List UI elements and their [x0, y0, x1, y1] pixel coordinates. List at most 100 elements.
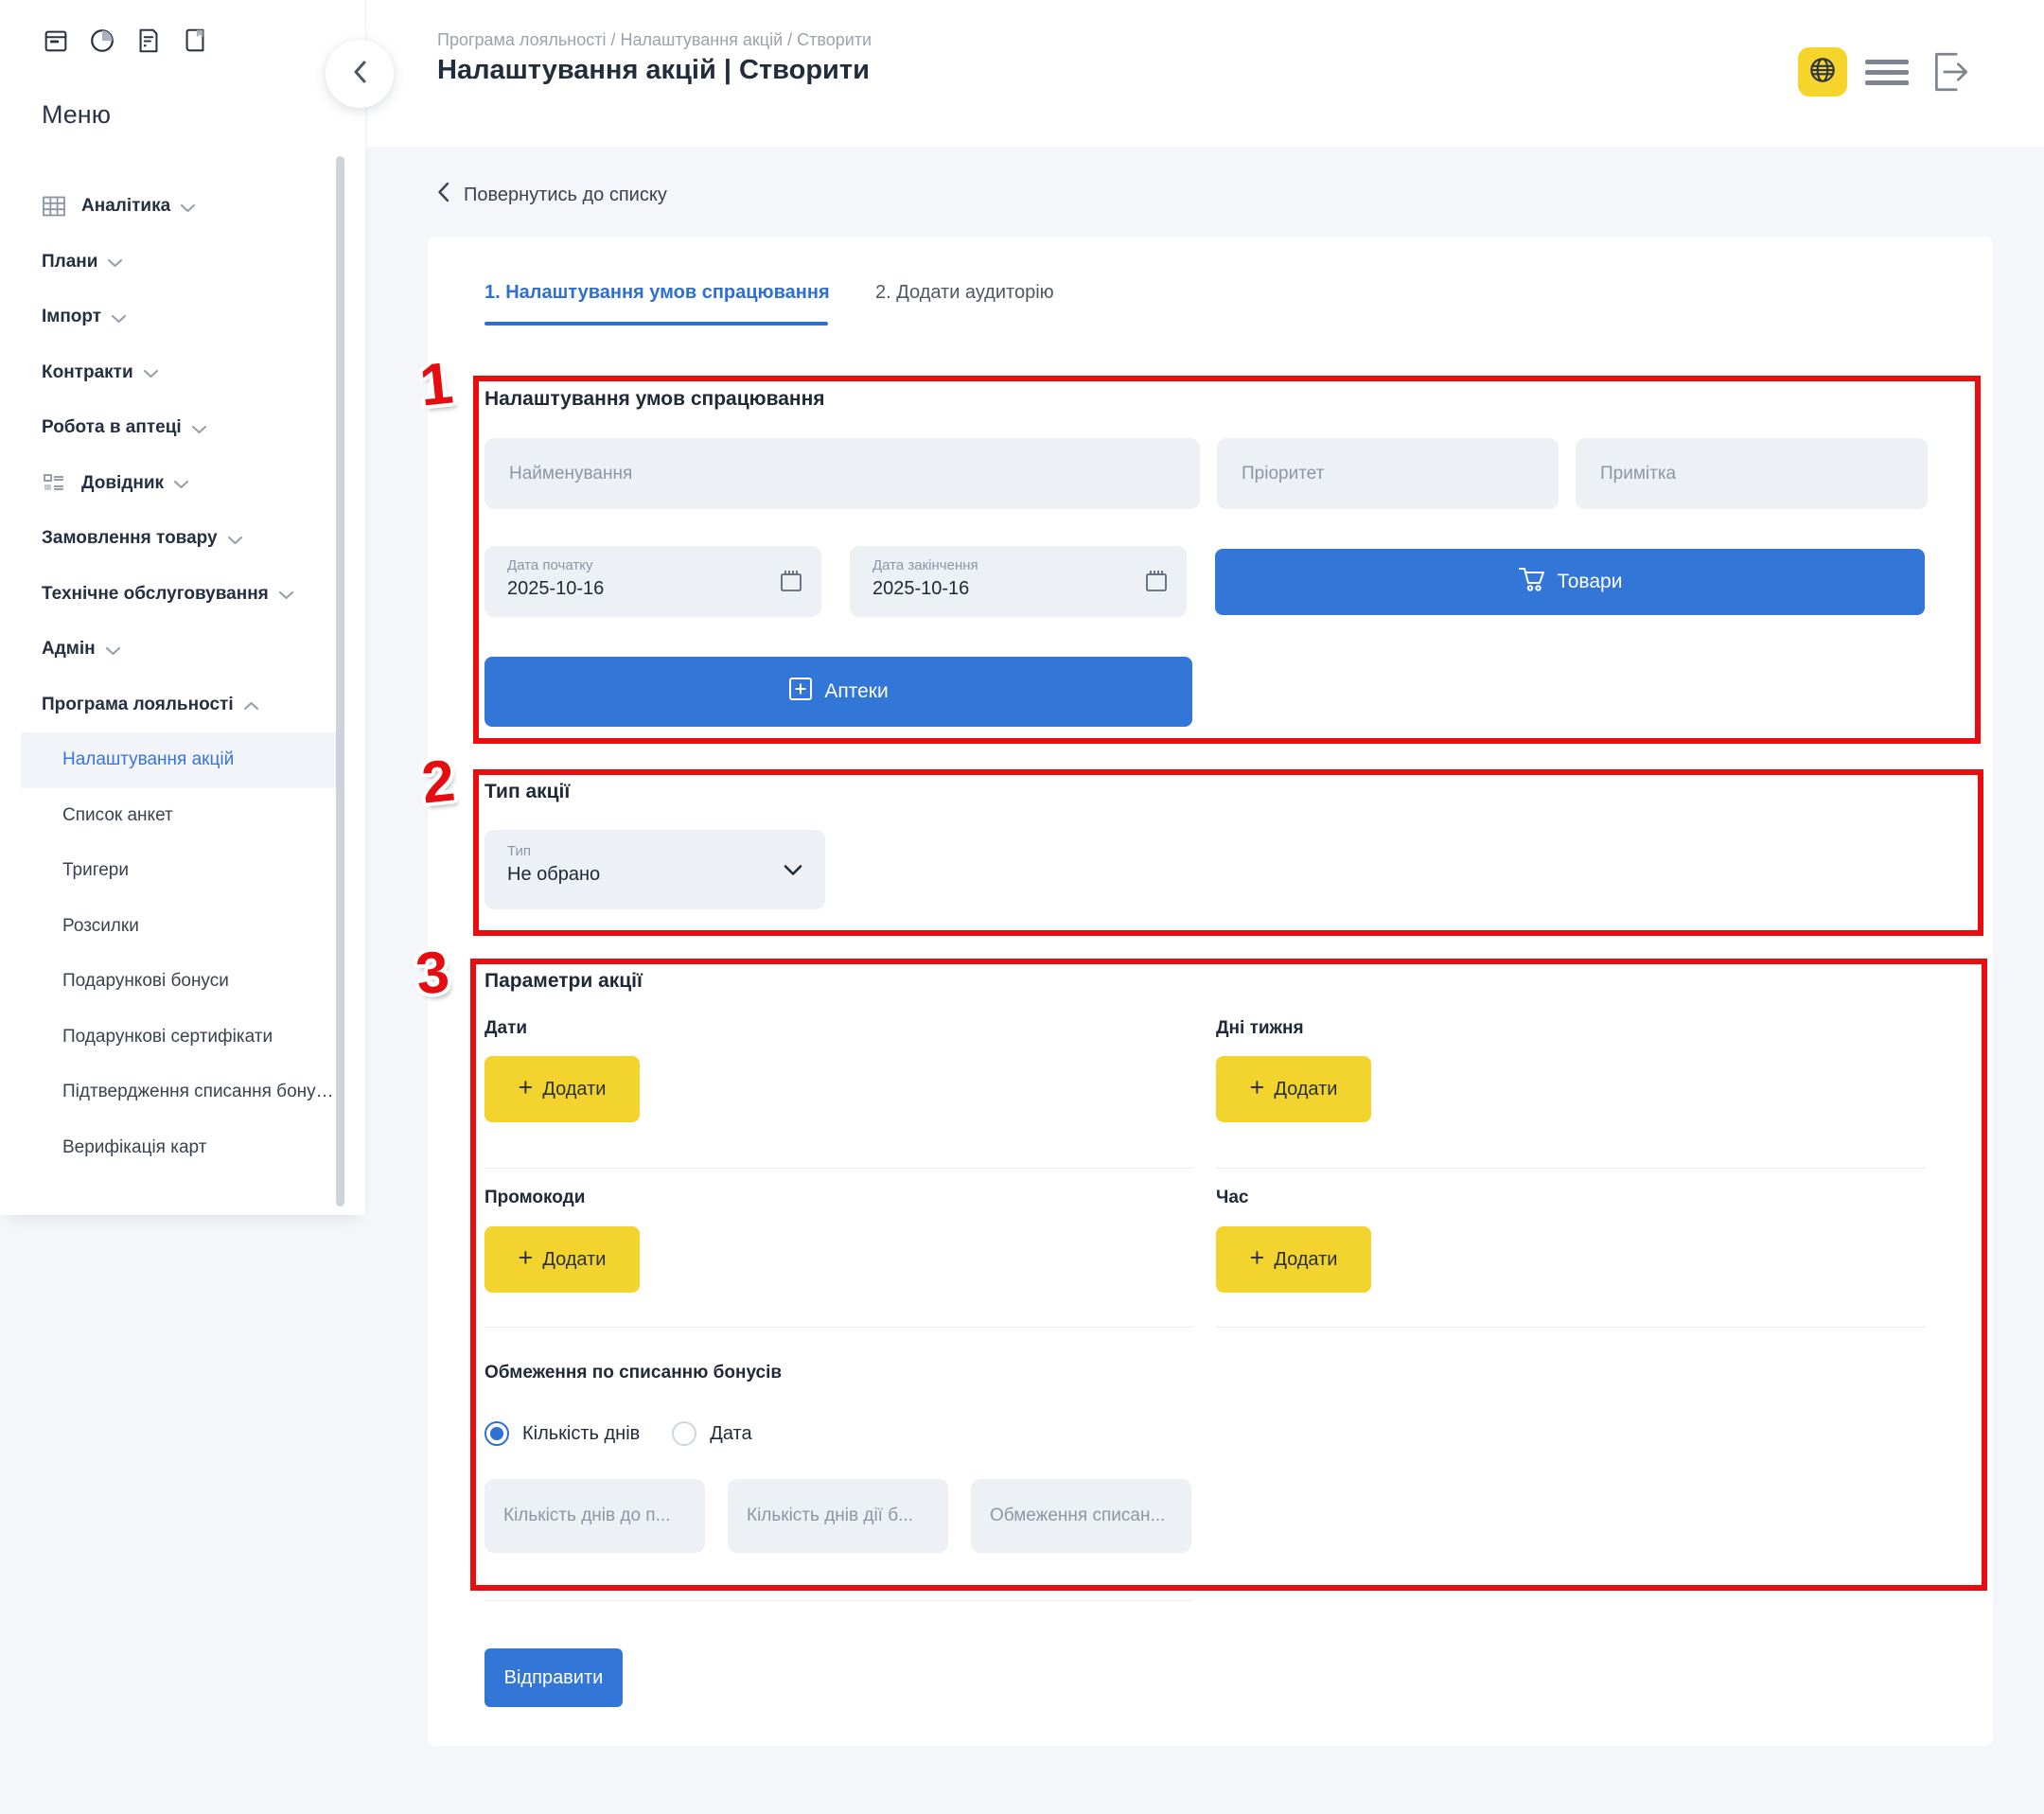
submit-button[interactable]: Відправити — [485, 1648, 623, 1707]
sidebar-menu: Аналітика Плани Імпорт Контракти Робота … — [0, 179, 365, 1175]
pharmacies-button[interactable]: Аптеки — [485, 657, 1192, 727]
language-button[interactable] — [1798, 47, 1847, 97]
calendar-icon[interactable] — [1143, 568, 1170, 599]
globe-icon — [1806, 54, 1839, 91]
grid-icon — [42, 194, 66, 219]
chevron-left-icon — [352, 60, 367, 89]
tab-trigger-conditions[interactable]: 1. Налаштування умов спрацювання — [485, 282, 830, 304]
archive-icon[interactable] — [42, 26, 70, 55]
plus-icon: + — [519, 1245, 534, 1271]
annotation-number-1: 1 — [417, 354, 456, 415]
sidebar-subitem-card-verification[interactable]: Верифікація карт — [0, 1120, 365, 1176]
section2-title: Тип акції — [485, 781, 570, 803]
sidebar-menu-title: Меню — [42, 100, 111, 130]
chevron-up-icon — [244, 701, 258, 711]
section1-date-row: Дата початку 2025-10-16 Дата закінчення … — [485, 546, 1925, 617]
list-icon — [42, 471, 66, 496]
plus-icon: + — [1250, 1075, 1265, 1101]
sidebar-item-goods-order[interactable]: Замовлення товару — [0, 511, 365, 567]
sidebar-subitem-gift-bonuses[interactable]: Подарункові бонуси — [0, 954, 365, 1010]
section3-title: Параметри акції — [485, 970, 643, 993]
sidebar-item-label: Довідник — [81, 473, 164, 494]
add-dates-button[interactable]: + Додати — [485, 1056, 640, 1122]
divider — [485, 1168, 1192, 1169]
annotation-number-3: 3 — [414, 942, 452, 1004]
calendar-icon[interactable] — [778, 568, 804, 599]
sidebar-subitem-gift-certificates[interactable]: Подарункові сертифікати — [0, 1010, 365, 1066]
sidebar-item-loyalty-program[interactable]: Програма лояльності — [0, 678, 365, 733]
book-icon[interactable] — [181, 26, 209, 55]
bonus-limit-radios: Кількість днів Дата — [485, 1421, 752, 1446]
document-icon[interactable] — [134, 26, 163, 55]
days-active-input[interactable] — [728, 1479, 948, 1553]
sidebar: Меню Аналітика Плани Імпорт Контракти Ро… — [0, 0, 366, 1215]
chevron-down-icon — [108, 258, 122, 268]
sidebar-item-import[interactable]: Імпорт — [0, 290, 365, 345]
radio-unselected-icon[interactable] — [672, 1421, 696, 1446]
divider — [485, 1600, 1192, 1601]
add-promocodes-button[interactable]: + Додати — [485, 1226, 640, 1293]
sidebar-subitem-bonus-writeoff-confirm[interactable]: Підтвердження списання бону… — [0, 1065, 365, 1120]
plus-icon: + — [519, 1075, 534, 1101]
writeoff-limit-input[interactable] — [971, 1479, 1191, 1553]
add-time-button[interactable]: + Додати — [1216, 1226, 1371, 1293]
sidebar-item-directory[interactable]: Довідник — [0, 456, 365, 512]
sidebar-item-label: Технічне обслуговування — [42, 584, 269, 605]
priority-input[interactable] — [1217, 438, 1559, 509]
end-date-field[interactable]: Дата закінчення 2025-10-16 — [850, 546, 1187, 617]
chevron-down-icon — [784, 864, 802, 881]
section1-inputs-row — [485, 438, 1928, 509]
sidebar-subitem-mailings[interactable]: Розсилки — [0, 899, 365, 955]
sidebar-item-label: Плани — [42, 252, 97, 273]
radio-selected-icon[interactable] — [485, 1421, 509, 1446]
back-to-list-link[interactable]: Повернутись до списку — [437, 182, 667, 208]
cart-icon — [1518, 566, 1546, 598]
sidebar-subitem-triggers[interactable]: Тригери — [0, 843, 365, 899]
note-input[interactable] — [1576, 438, 1928, 509]
sidebar-subitem-questionnaires[interactable]: Список анкет — [0, 788, 365, 844]
sidebar-item-maintenance[interactable]: Технічне обслуговування — [0, 567, 365, 623]
page-title: Налаштування акцій | Створити — [437, 55, 870, 86]
sidebar-collapse-button[interactable] — [326, 40, 394, 108]
products-button[interactable]: Товари — [1215, 549, 1925, 615]
radio-date-option[interactable]: Дата — [672, 1421, 751, 1446]
chevron-down-icon — [144, 369, 158, 379]
active-tab-underline — [485, 322, 828, 326]
pie-chart-icon[interactable] — [88, 26, 116, 55]
chevron-down-icon — [279, 590, 293, 600]
add-weekdays-button[interactable]: + Додати — [1216, 1056, 1371, 1122]
divider — [485, 1327, 1192, 1328]
promo-type-select[interactable]: Тип Не обрано — [485, 830, 825, 909]
name-input[interactable] — [485, 438, 1200, 509]
sidebar-item-admin[interactable]: Адмін — [0, 622, 365, 678]
logout-icon[interactable] — [1929, 49, 1972, 99]
divider — [1216, 1327, 1926, 1328]
days-before-input[interactable] — [485, 1479, 705, 1553]
chevron-down-icon — [181, 203, 195, 213]
sidebar-item-pharmacy-work[interactable]: Робота в аптеці — [0, 400, 365, 456]
sidebar-scrollbar[interactable] — [336, 156, 344, 1206]
main-card: 1. Налаштування умов спрацювання 2. Дода… — [428, 237, 1993, 1746]
radio-days-option[interactable]: Кількість днів — [485, 1421, 640, 1446]
sidebar-item-analytics[interactable]: Аналітика — [0, 179, 365, 235]
sidebar-item-label: Програма лояльності — [42, 695, 234, 715]
bonus-limit-inputs — [485, 1479, 1191, 1553]
sidebar-item-label: Контракти — [42, 362, 133, 383]
tab-add-audience[interactable]: 2. Додати аудиторію — [875, 282, 1054, 304]
sidebar-item-label: Замовлення товару — [42, 528, 218, 549]
plus-icon: + — [1250, 1245, 1265, 1271]
divider — [1216, 1168, 1926, 1169]
sidebar-item-label: Імпорт — [42, 307, 101, 327]
sidebar-subitem-promo-settings[interactable]: Налаштування акцій — [0, 732, 365, 788]
sidebar-item-plans[interactable]: Плани — [0, 235, 365, 291]
menu-icon[interactable] — [1865, 60, 1909, 85]
sidebar-item-contracts[interactable]: Контракти — [0, 345, 365, 401]
chevron-left-icon — [437, 182, 449, 208]
sidebar-item-label: Робота в аптеці — [42, 417, 182, 438]
chevron-down-icon — [106, 646, 120, 656]
start-date-field[interactable]: Дата початку 2025-10-16 — [485, 546, 821, 617]
chevron-down-icon — [228, 536, 242, 545]
plus-square-icon — [788, 677, 813, 707]
chevron-down-icon — [174, 480, 188, 489]
annotation-number-2: 2 — [419, 751, 458, 813]
